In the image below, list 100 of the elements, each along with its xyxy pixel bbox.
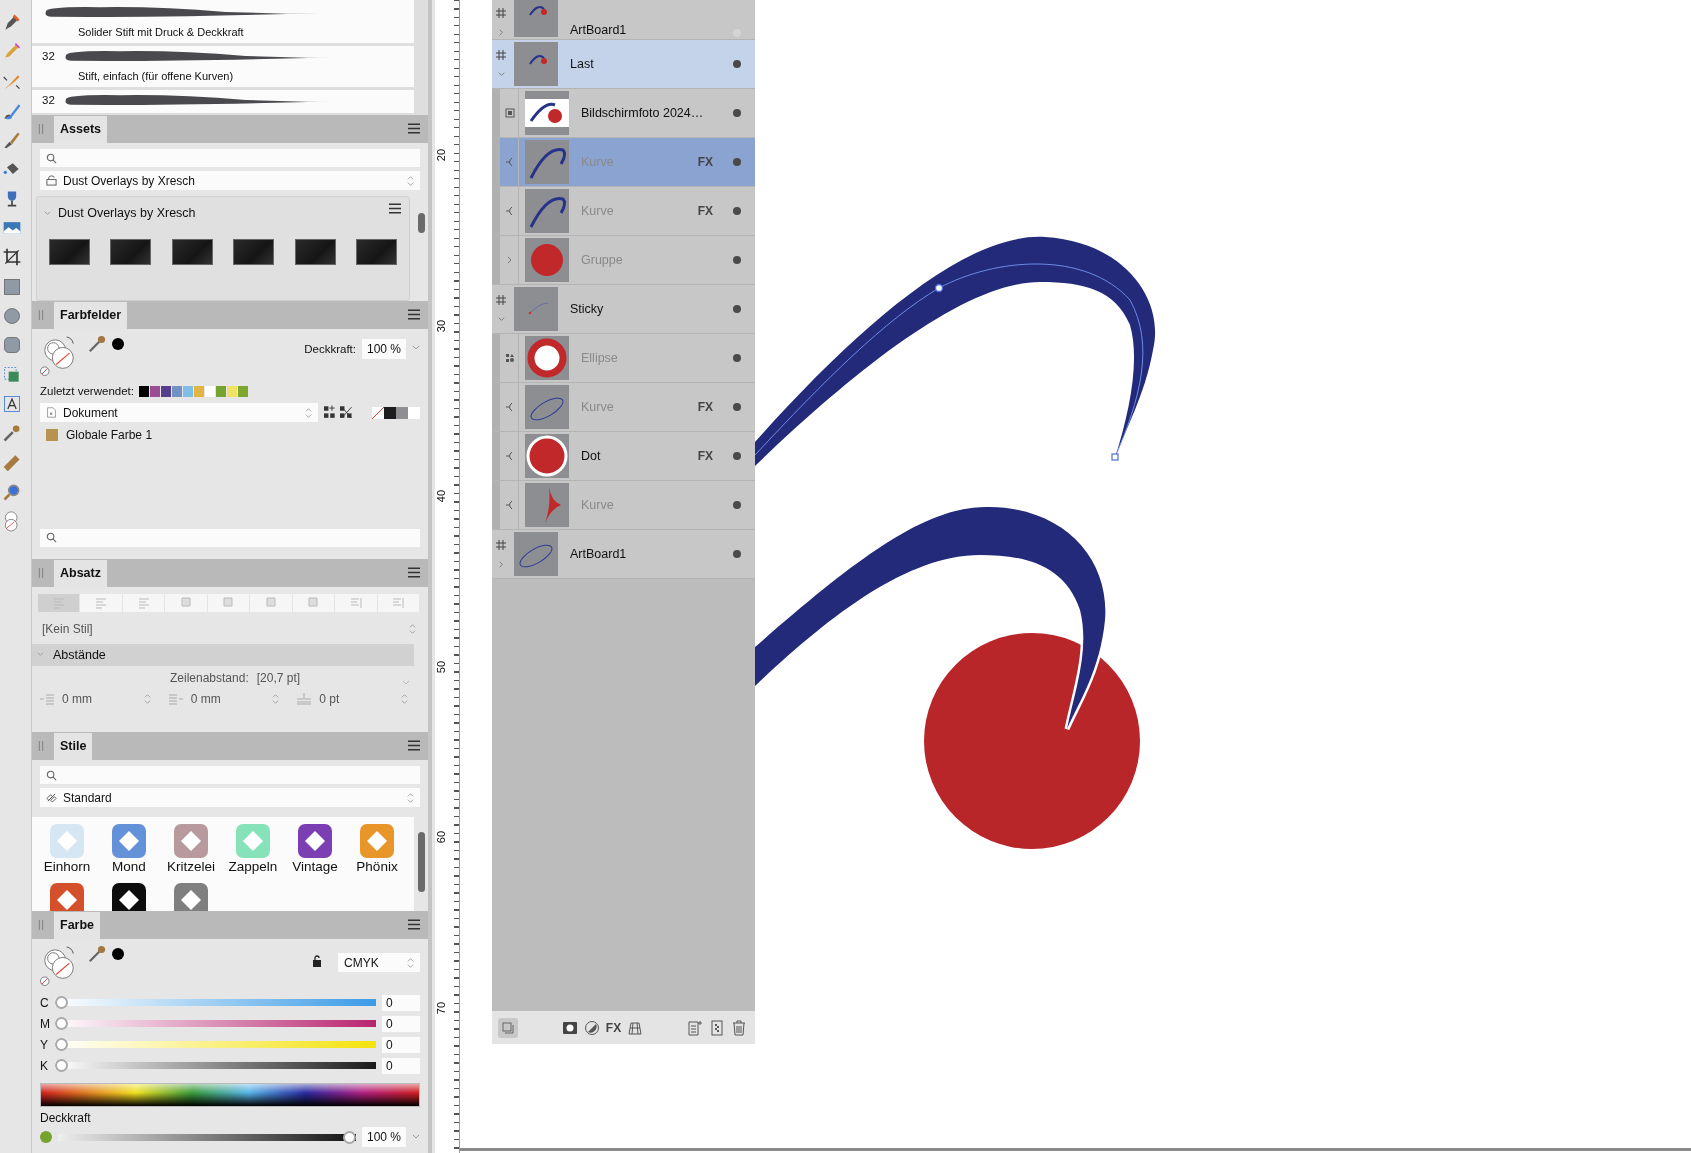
color-swatch[interactable]: [226, 385, 237, 397]
chevron-icon[interactable]: [496, 28, 506, 37]
mask-icon[interactable]: [561, 1019, 578, 1036]
slider-thumb[interactable]: [55, 1038, 68, 1051]
visibility-dot[interactable]: [733, 305, 741, 313]
panel-tab[interactable]: Absatz: [54, 559, 107, 587]
channel-value-field[interactable]: 0: [382, 1015, 420, 1032]
style-preset-icon[interactable]: [111, 882, 147, 911]
palette-dropdown[interactable]: Dokument: [40, 403, 318, 423]
layer-row[interactable]: Kurve FX: [492, 187, 755, 236]
texture-thumbnail[interactable]: [355, 239, 397, 266]
effects-label[interactable]: FX: [697, 400, 713, 414]
menu-icon[interactable]: [408, 123, 420, 135]
search-field[interactable]: [40, 766, 420, 784]
grip-icon[interactable]: [38, 310, 44, 321]
effects-label[interactable]: FX: [697, 449, 713, 463]
texture-thumbnail[interactable]: [49, 239, 90, 266]
menu-icon[interactable]: [408, 919, 420, 930]
color-spectrum[interactable]: [40, 1083, 420, 1107]
slider-thumb[interactable]: [343, 1130, 356, 1144]
search-field[interactable]: [40, 149, 420, 168]
opacity-slider[interactable]: [58, 1130, 356, 1144]
effects-label[interactable]: FX: [697, 155, 713, 169]
swatch-name[interactable]: Globale Farbe 1: [66, 428, 153, 443]
brush-item[interactable]: Solider Stift mit Druck & Deckkraft: [32, 0, 414, 43]
channel-value-field[interactable]: 0: [382, 1057, 420, 1074]
color-swatch[interactable]: [193, 385, 204, 397]
arrange-icon[interactable]: [498, 1017, 518, 1038]
color-swatch[interactable]: [384, 406, 396, 419]
rasterize-icon[interactable]: [709, 1019, 725, 1036]
add-layer-icon[interactable]: [687, 1019, 703, 1036]
layer-row[interactable]: Kurve FX: [492, 383, 755, 432]
eyedropper-icon[interactable]: [88, 945, 106, 963]
visibility-dot[interactable]: [733, 256, 741, 264]
texture-thumbnail[interactable]: [110, 239, 152, 266]
brush-item[interactable]: 32 Stift, einfach (für offene Kurven): [32, 46, 414, 87]
color-swatch[interactable]: [204, 385, 215, 397]
color-swatch[interactable]: [237, 385, 248, 397]
global-color-swatch[interactable]: [46, 429, 58, 442]
color-swatch[interactable]: [149, 385, 160, 397]
menu-icon[interactable]: [408, 740, 420, 751]
layer-row[interactable]: ArtBoard1: [492, 530, 755, 579]
grip-icon[interactable]: [38, 741, 44, 751]
color-slider[interactable]: [55, 1017, 376, 1030]
effects-button[interactable]: FX: [605, 1020, 622, 1035]
eyedropper-icon[interactable]: [88, 335, 106, 354]
chevron-icon[interactable]: [43, 208, 52, 218]
no-color-swatch[interactable]: [372, 406, 384, 419]
slider-thumb[interactable]: [55, 1059, 68, 1072]
visibility-dot[interactable]: [733, 207, 741, 215]
channel-value-field[interactable]: 0: [382, 994, 420, 1011]
color-swatch[interactable]: [396, 406, 408, 419]
layer-row[interactable]: Dot FX: [492, 432, 755, 481]
color-swatch[interactable]: [408, 406, 420, 419]
menu-icon[interactable]: [408, 309, 420, 321]
adjustment-icon[interactable]: [583, 1019, 600, 1036]
layer-row[interactable]: Kurve FX: [492, 138, 755, 187]
panel-tab[interactable]: Farbe: [54, 912, 101, 939]
caret-icon[interactable]: [412, 1134, 420, 1140]
visibility-dot[interactable]: [733, 403, 741, 411]
color-swatch[interactable]: [182, 385, 193, 397]
visibility-dot[interactable]: [733, 354, 741, 362]
indent-field[interactable]: 0 pt: [297, 691, 408, 706]
slider-thumb[interactable]: [55, 996, 68, 1009]
scrollbar-thumb[interactable]: [418, 213, 425, 234]
layer-row[interactable]: Sticky: [492, 285, 755, 334]
indent-field[interactable]: 0 mm: [168, 691, 280, 706]
caret-icon[interactable]: [412, 345, 420, 352]
search-field[interactable]: [40, 528, 420, 547]
effects-label[interactable]: FX: [697, 204, 713, 218]
category-dropdown[interactable]: Dust Overlays by Xresch: [40, 171, 420, 191]
color-model-dropdown[interactable]: CMYK: [338, 953, 420, 972]
lock-icon[interactable]: [312, 955, 322, 967]
mesh-icon[interactable]: [627, 1019, 644, 1036]
panel-tab[interactable]: Farbfelder: [54, 302, 128, 330]
style-preset-icon[interactable]: [297, 823, 333, 859]
opacity-field[interactable]: 100 %: [362, 1127, 406, 1147]
section-header[interactable]: Abstände: [32, 643, 414, 666]
opacity-field[interactable]: 100 %: [362, 339, 406, 360]
chevron-icon[interactable]: [496, 69, 506, 79]
chevron-icon[interactable]: [496, 559, 506, 569]
menu-icon[interactable]: [408, 566, 420, 578]
line-spacing-value[interactable]: [20,7 pt]: [256, 670, 301, 685]
color-swatch[interactable]: [160, 385, 171, 397]
style-category-dropdown[interactable]: Standard: [40, 788, 420, 807]
layer-row[interactable]: Bildschirmfoto 2024…: [492, 89, 755, 138]
indent-field[interactable]: 0 mm: [40, 691, 151, 706]
layer-row[interactable]: ArtBoard1: [492, 0, 755, 40]
color-slider[interactable]: [55, 996, 376, 1009]
menu-icon[interactable]: [389, 203, 401, 215]
color-swatch[interactable]: [215, 385, 226, 397]
texture-thumbnail[interactable]: [233, 239, 275, 266]
layer-row[interactable]: Last: [492, 40, 755, 89]
visibility-dot[interactable]: [733, 60, 741, 68]
scrollbar-thumb[interactable]: [418, 832, 425, 892]
panel-tab[interactable]: Assets: [54, 116, 107, 144]
paragraph-style-dropdown[interactable]: [Kein Stil]: [42, 619, 416, 638]
grip-icon[interactable]: [38, 920, 44, 930]
chevron-icon[interactable]: [496, 314, 506, 324]
texture-thumbnail[interactable]: [171, 239, 213, 266]
